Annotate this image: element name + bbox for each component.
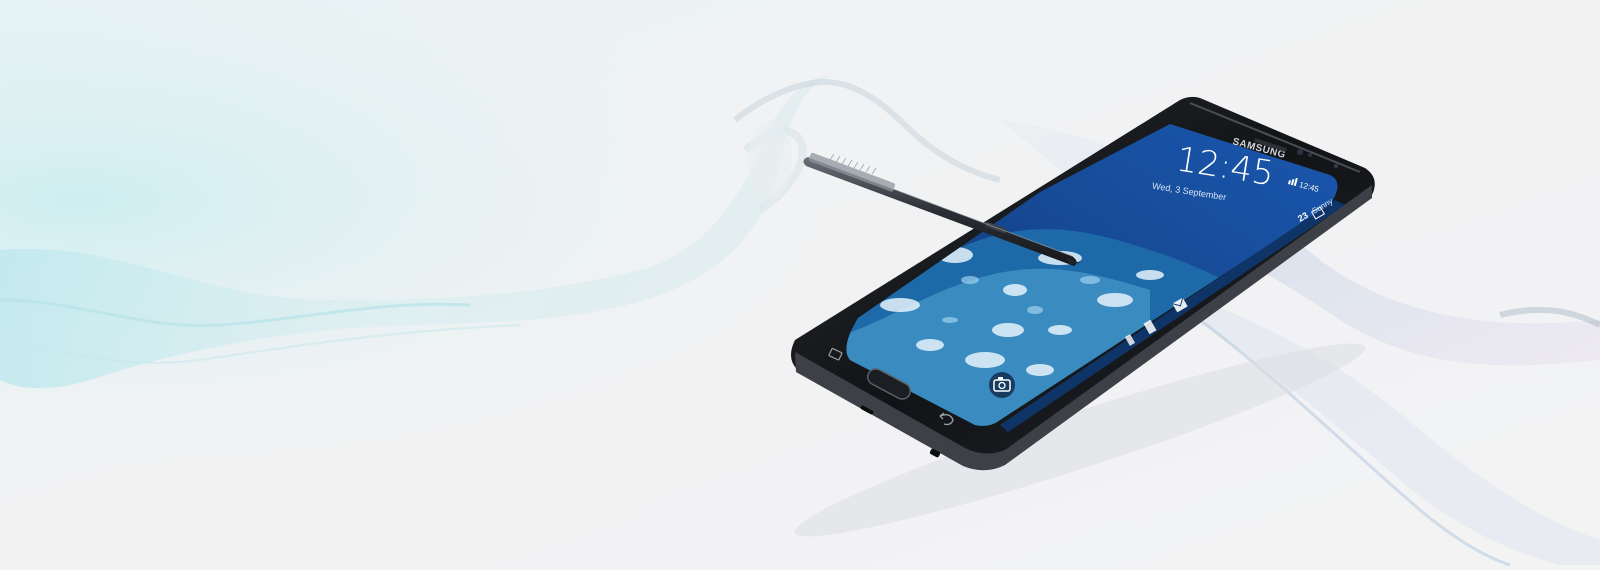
sensor [1308,153,1312,157]
camera-icon[interactable] [989,372,1015,398]
hero-banner: 12:45 Wed, 3 September SAMSUNG 12:45 23 … [0,0,1600,570]
notification-led [1334,164,1338,168]
front-camera [1297,149,1303,155]
banner-artwork: 12:45 Wed, 3 September SAMSUNG 12:45 23 … [0,0,1600,570]
